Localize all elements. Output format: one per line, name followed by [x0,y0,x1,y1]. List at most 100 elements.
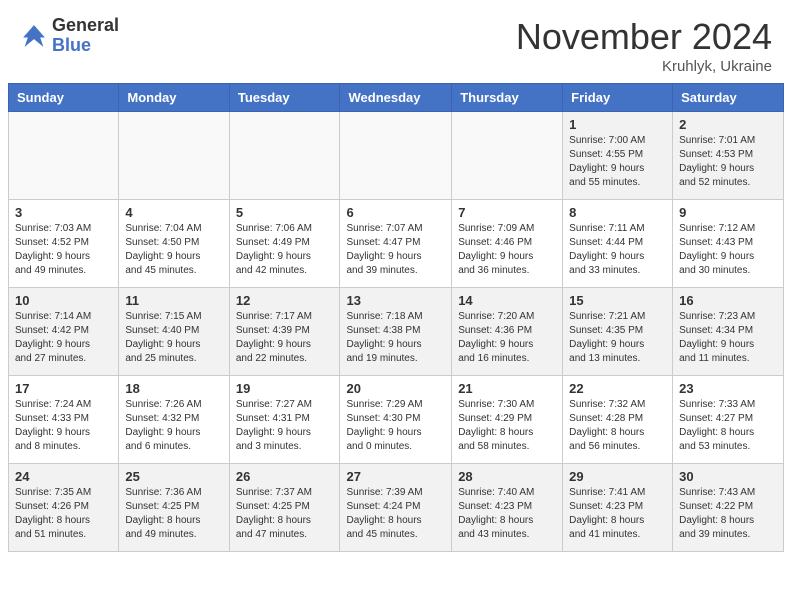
header-friday: Friday [563,84,673,112]
week-row-3: 17Sunrise: 7:24 AM Sunset: 4:33 PM Dayli… [9,376,784,464]
day-cell-2-4: 14Sunrise: 7:20 AM Sunset: 4:36 PM Dayli… [452,288,563,376]
day-cell-1-2: 5 Sunrise: 7:06 AM Sunset: 4:49 PM Daylig… [229,200,340,288]
day-info: Sunrise: 7:30 AM Sunset: 4:29 PM Dayligh… [458,398,556,454]
day-number: 6 [346,205,445,220]
day-number: 22 [569,381,666,396]
week-row-1: 3 Sunrise: 7:03 AM Sunset: 4:52 PM Daylig… [9,200,784,288]
day-cell-4-1: 25Sunrise: 7:36 AM Sunset: 4:25 PM Dayli… [119,464,229,552]
header-sunday: Sunday [9,84,119,112]
logo: General Blue [20,16,119,56]
day-info: Sunrise: 7:07 AM Sunset: 4:47 PM Dayligh… [346,222,445,278]
day-info: Sunrise: 7:15 AM Sunset: 4:40 PM Dayligh… [125,310,222,366]
day-number: 11 [125,293,222,308]
day-cell-0-6: 2 Sunrise: 7:01 AM Sunset: 4:53 PM Daylig… [673,112,784,200]
day-number: 28 [458,469,556,484]
day-info: Sunrise: 7:01 AM Sunset: 4:53 PM Dayligh… [679,134,777,190]
day-info: Sunrise: 7:41 AM Sunset: 4:23 PM Dayligh… [569,486,666,542]
day-number: 27 [346,469,445,484]
day-info: Sunrise: 7:17 AM Sunset: 4:39 PM Dayligh… [236,310,334,366]
day-info: Sunrise: 7:21 AM Sunset: 4:35 PM Dayligh… [569,310,666,366]
day-cell-0-0 [9,112,119,200]
day-info: Sunrise: 7:27 AM Sunset: 4:31 PM Dayligh… [236,398,334,454]
title-block: November 2024 Kruhlyk, Ukraine [516,16,772,75]
day-cell-0-5: 1 Sunrise: 7:00 AM Sunset: 4:55 PM Daylig… [563,112,673,200]
day-number: 18 [125,381,222,396]
day-info: Sunrise: 7:26 AM Sunset: 4:32 PM Dayligh… [125,398,222,454]
day-cell-1-0: 3 Sunrise: 7:03 AM Sunset: 4:52 PM Daylig… [9,200,119,288]
day-cell-4-3: 27 Sunrise: 7:39 AM Sunset: 4:24 PM Dayli… [340,464,452,552]
day-number: 23 [679,381,777,396]
day-cell-4-0: 24 Sunrise: 7:35 AM Sunset: 4:26 PM Dayli… [9,464,119,552]
day-info: Sunrise: 7:29 AM Sunset: 4:30 PM Dayligh… [346,398,445,454]
day-number: 1 [569,117,666,132]
day-cell-3-6: 23Sunrise: 7:33 AM Sunset: 4:27 PM Dayli… [673,376,784,464]
day-number: 16 [679,293,777,308]
day-cell-2-6: 16 Sunrise: 7:23 AM Sunset: 4:34 PM Dayli… [673,288,784,376]
day-number: 2 [679,117,777,132]
weekday-header-row: Sunday Monday Tuesday Wednesday Thursday… [9,84,784,112]
month-title: November 2024 [516,16,772,58]
logo-general: General [52,16,119,36]
day-cell-1-3: 6 Sunrise: 7:07 AM Sunset: 4:47 PM Daylig… [340,200,452,288]
day-number: 12 [236,293,334,308]
day-cell-1-5: 8 Sunrise: 7:11 AM Sunset: 4:44 PM Daylig… [563,200,673,288]
day-cell-2-5: 15 Sunrise: 7:21 AM Sunset: 4:35 PM Dayli… [563,288,673,376]
day-info: Sunrise: 7:40 AM Sunset: 4:23 PM Dayligh… [458,486,556,542]
day-info: Sunrise: 7:04 AM Sunset: 4:50 PM Dayligh… [125,222,222,278]
day-info: Sunrise: 7:12 AM Sunset: 4:43 PM Dayligh… [679,222,777,278]
day-cell-0-4 [452,112,563,200]
day-cell-1-4: 7 Sunrise: 7:09 AM Sunset: 4:46 PM Daylig… [452,200,563,288]
day-cell-4-2: 26 Sunrise: 7:37 AM Sunset: 4:25 PM Dayli… [229,464,340,552]
day-info: Sunrise: 7:11 AM Sunset: 4:44 PM Dayligh… [569,222,666,278]
day-cell-4-6: 30 Sunrise: 7:43 AM Sunset: 4:22 PM Dayli… [673,464,784,552]
day-number: 8 [569,205,666,220]
header-thursday: Thursday [452,84,563,112]
logo-text: General Blue [52,16,119,56]
day-info: Sunrise: 7:43 AM Sunset: 4:22 PM Dayligh… [679,486,777,542]
header-saturday: Saturday [673,84,784,112]
day-cell-2-0: 10 Sunrise: 7:14 AM Sunset: 4:42 PM Dayli… [9,288,119,376]
day-info: Sunrise: 7:39 AM Sunset: 4:24 PM Dayligh… [346,486,445,542]
day-cell-1-1: 4Sunrise: 7:04 AM Sunset: 4:50 PM Daylig… [119,200,229,288]
location: Kruhlyk, Ukraine [516,58,772,75]
day-number: 21 [458,381,556,396]
day-info: Sunrise: 7:35 AM Sunset: 4:26 PM Dayligh… [15,486,112,542]
week-row-4: 24 Sunrise: 7:35 AM Sunset: 4:26 PM Dayli… [9,464,784,552]
day-info: Sunrise: 7:14 AM Sunset: 4:42 PM Dayligh… [15,310,112,366]
day-number: 26 [236,469,334,484]
day-cell-0-3 [340,112,452,200]
day-cell-2-1: 11 Sunrise: 7:15 AM Sunset: 4:40 PM Dayli… [119,288,229,376]
day-number: 15 [569,293,666,308]
logo-blue: Blue [52,36,119,56]
day-info: Sunrise: 7:23 AM Sunset: 4:34 PM Dayligh… [679,310,777,366]
day-number: 20 [346,381,445,396]
day-cell-2-2: 12 Sunrise: 7:17 AM Sunset: 4:39 PM Dayli… [229,288,340,376]
day-number: 7 [458,205,556,220]
day-number: 5 [236,205,334,220]
header-tuesday: Tuesday [229,84,340,112]
calendar-wrapper: Sunday Monday Tuesday Wednesday Thursday… [0,83,792,560]
day-number: 10 [15,293,112,308]
logo-icon [20,22,48,50]
day-cell-2-3: 13Sunrise: 7:18 AM Sunset: 4:38 PM Dayli… [340,288,452,376]
day-number: 24 [15,469,112,484]
day-info: Sunrise: 7:06 AM Sunset: 4:49 PM Dayligh… [236,222,334,278]
day-cell-0-2 [229,112,340,200]
day-number: 13 [346,293,445,308]
day-cell-3-2: 19Sunrise: 7:27 AM Sunset: 4:31 PM Dayli… [229,376,340,464]
day-number: 30 [679,469,777,484]
day-info: Sunrise: 7:09 AM Sunset: 4:46 PM Dayligh… [458,222,556,278]
day-cell-3-4: 21 Sunrise: 7:30 AM Sunset: 4:29 PM Dayli… [452,376,563,464]
day-number: 3 [15,205,112,220]
day-info: Sunrise: 7:37 AM Sunset: 4:25 PM Dayligh… [236,486,334,542]
day-info: Sunrise: 7:32 AM Sunset: 4:28 PM Dayligh… [569,398,666,454]
day-info: Sunrise: 7:03 AM Sunset: 4:52 PM Dayligh… [15,222,112,278]
day-cell-1-6: 9 Sunrise: 7:12 AM Sunset: 4:43 PM Daylig… [673,200,784,288]
day-cell-4-5: 29 Sunrise: 7:41 AM Sunset: 4:23 PM Dayli… [563,464,673,552]
header-monday: Monday [119,84,229,112]
day-cell-3-3: 20 Sunrise: 7:29 AM Sunset: 4:30 PM Dayli… [340,376,452,464]
day-info: Sunrise: 7:00 AM Sunset: 4:55 PM Dayligh… [569,134,666,190]
day-number: 9 [679,205,777,220]
day-number: 29 [569,469,666,484]
week-row-2: 10 Sunrise: 7:14 AM Sunset: 4:42 PM Dayli… [9,288,784,376]
